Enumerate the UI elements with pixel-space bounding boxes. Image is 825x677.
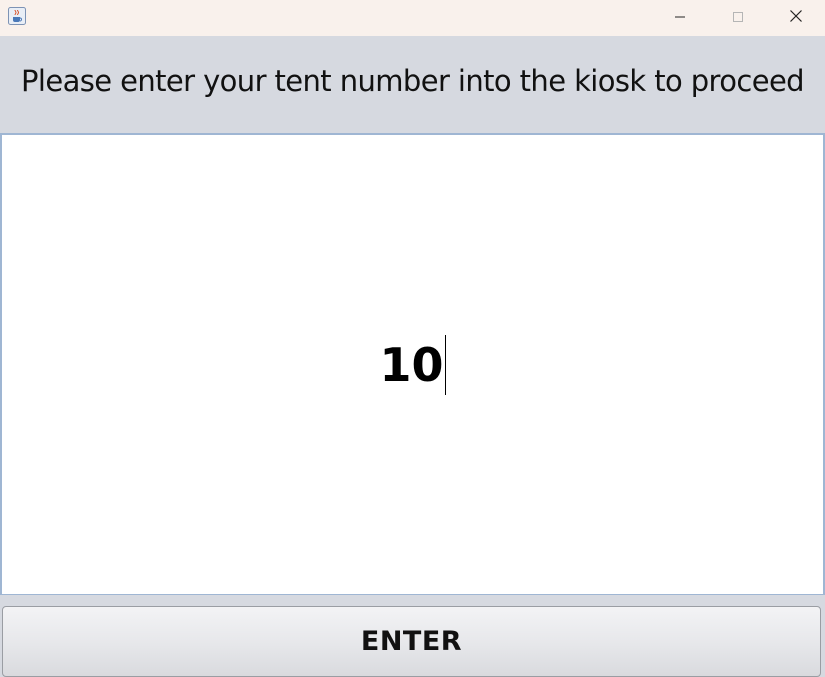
enter-button-label: ENTER: [360, 626, 463, 657]
tent-number-value: 10: [379, 337, 444, 392]
prompt-label: Please enter your tent number into the k…: [20, 64, 805, 98]
kiosk-window: Please enter your tent number into the k…: [0, 0, 825, 677]
prompt-panel: Please enter your tent number into the k…: [0, 36, 825, 132]
tent-number-display: 10: [2, 135, 823, 594]
tent-number-field[interactable]: 10: [0, 133, 825, 596]
java-cup-icon: [8, 7, 26, 25]
text-caret: [444, 334, 446, 395]
minimize-button[interactable]: [651, 0, 709, 34]
minimize-icon: [674, 8, 686, 27]
maximize-icon: [732, 8, 744, 27]
title-bar: [0, 0, 825, 36]
close-button[interactable]: [767, 0, 825, 34]
maximize-button[interactable]: [709, 0, 767, 34]
enter-button[interactable]: ENTER: [2, 606, 821, 677]
close-icon: [789, 8, 803, 27]
